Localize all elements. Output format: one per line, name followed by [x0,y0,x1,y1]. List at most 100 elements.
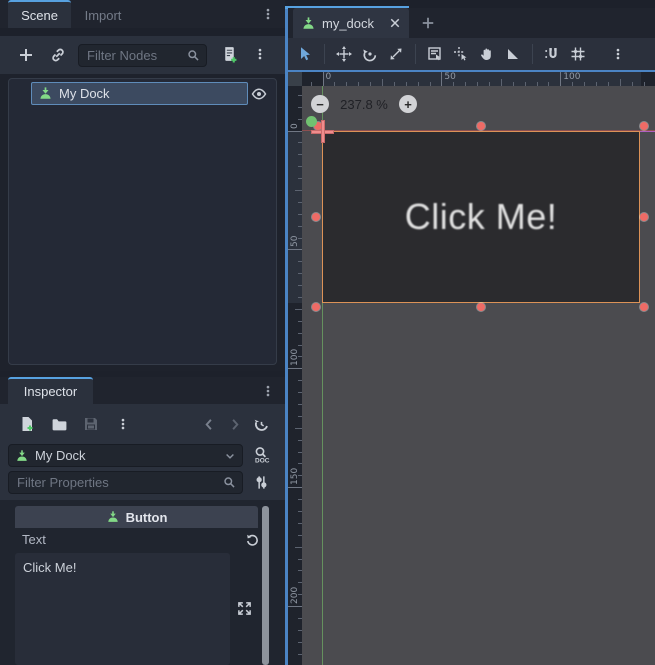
text-property-textarea[interactable]: Click Me! [15,553,230,665]
toolbar-separator [415,44,416,64]
grid-snap-icon[interactable] [565,41,591,67]
ruler-tick-label: 0 [326,72,332,82]
history-forward-icon[interactable] [225,415,243,433]
list-select-tool-icon[interactable] [422,41,448,67]
inspected-node-selector[interactable]: My Dock [8,444,243,467]
filter-properties-search[interactable] [8,471,243,494]
new-resource-icon[interactable] [17,415,37,433]
select-tool-icon[interactable] [292,41,318,67]
text-property-label: Text [22,532,46,547]
vertical-ruler[interactable]: 050100150200 [288,86,302,665]
tree-row-selection[interactable]: My Dock [31,82,248,105]
attach-script-icon[interactable] [219,44,239,64]
instance-scene-link-icon[interactable] [48,45,68,65]
tab-my-dock-scene[interactable]: my_dock [293,8,409,38]
add-node-button[interactable] [16,45,36,65]
ruler-tool-icon[interactable] [500,41,526,67]
tab-scene[interactable]: Scene [8,0,71,28]
move-tool-icon[interactable] [331,41,357,67]
ruler-tick-label: 100 [290,349,300,366]
save-resource-icon[interactable] [81,415,101,433]
pan-tool-icon[interactable] [474,41,500,67]
zoom-in-button[interactable]: + [399,95,417,113]
button-node-icon [106,510,120,524]
smart-snap-magnet-icon[interactable] [539,41,565,67]
inspector-dock-menu-icon[interactable] [260,379,276,403]
scene-dock-tabbar: Scene Import [0,0,285,28]
button-node-icon [38,86,53,101]
ruler-tick-label: 100 [563,72,580,82]
filter-nodes-input[interactable] [87,48,187,63]
ruler-tick [323,72,324,86]
tree-row-my-dock[interactable]: My Dock [11,82,274,105]
ruler-tick [288,249,302,250]
button-section-header[interactable]: Button [15,506,258,528]
ruler-tick-label: 150 [290,468,300,485]
scene-tree-options-icon[interactable] [252,43,268,65]
history-back-icon[interactable] [200,415,218,433]
ruler-tick [295,190,302,191]
handle-top-right[interactable] [640,122,648,130]
handle-bottom-middle[interactable] [477,303,485,311]
rotate-tool-icon[interactable] [357,41,383,67]
inspector-scrollbar[interactable] [262,506,269,665]
tab-import[interactable]: Import [71,0,135,28]
open-docs-icon[interactable]: DOC [251,444,271,466]
search-icon [223,476,236,489]
zoom-out-button[interactable]: − [311,95,329,113]
selection-outline [322,131,640,303]
scale-tool-icon[interactable] [383,41,409,67]
ruler-tick-label: 50 [290,236,300,247]
ruler-tick-label: 50 [444,72,455,82]
button-node-icon [301,16,316,31]
scene-dock-menu-icon[interactable] [260,2,276,26]
ruler-tick [620,79,621,86]
scene-tabs-bar: my_dock [288,8,655,38]
tab-inspector-label: Inspector [24,384,77,399]
ruler-tick [441,72,442,86]
revert-property-icon[interactable] [243,531,261,549]
inspected-node-name: My Dock [35,448,218,463]
handle-bottom-left[interactable] [312,303,320,311]
ruler-tick [382,79,383,86]
handle-bottom-right[interactable] [640,303,648,311]
resource-extra-options-icon[interactable] [115,414,131,434]
close-scene-tab-icon[interactable] [389,17,401,29]
ruler-tick [295,428,302,429]
chevron-down-icon [224,450,236,462]
snap-options-menu-icon[interactable] [605,41,631,67]
tab-inspector[interactable]: Inspector [8,377,93,404]
filter-nodes-search[interactable] [78,44,207,67]
visibility-eye-icon[interactable] [250,85,268,103]
ruler-tick [295,547,302,548]
load-resource-folder-icon[interactable] [49,415,69,433]
scene-tree: My Dock [8,78,277,365]
handle-middle-right[interactable] [640,213,648,221]
tab-scene-label: Scene [21,8,58,23]
expand-textarea-icon[interactable] [235,599,253,617]
scene-tree-area: My Dock [0,74,285,371]
ruler-tick [295,309,302,310]
snap-move-tool-icon[interactable] [448,41,474,67]
handle-middle-left[interactable] [312,213,320,221]
toolbar-separator [324,44,325,64]
inspector-content: Button Text Click Me! [0,500,285,665]
scene-tab-label: my_dock [322,16,383,31]
zoom-level-label[interactable]: 237.8 % [333,97,395,112]
ruler-tick [288,368,302,369]
horizontal-ruler[interactable]: 0 50 100 [302,72,655,86]
section-header-label: Button [126,510,168,525]
filter-properties-input[interactable] [17,475,223,490]
ruler-corner [288,72,302,86]
button-node-icon [15,449,29,463]
new-scene-tab-icon[interactable] [420,15,436,31]
godot-editor-window: Scene Import [0,0,655,665]
canvas-2d[interactable]: Click Me! − 237.8 % + [302,86,655,665]
handle-top-middle[interactable] [477,122,485,130]
edit-history-icon[interactable] [251,414,271,434]
zoom-widget: − 237.8 % + [311,95,417,113]
property-tools-sliders-icon[interactable] [251,471,271,493]
toolbar-separator [532,44,533,64]
position-crosshair [311,120,334,143]
ruler-tick-label: 0 [290,123,300,129]
